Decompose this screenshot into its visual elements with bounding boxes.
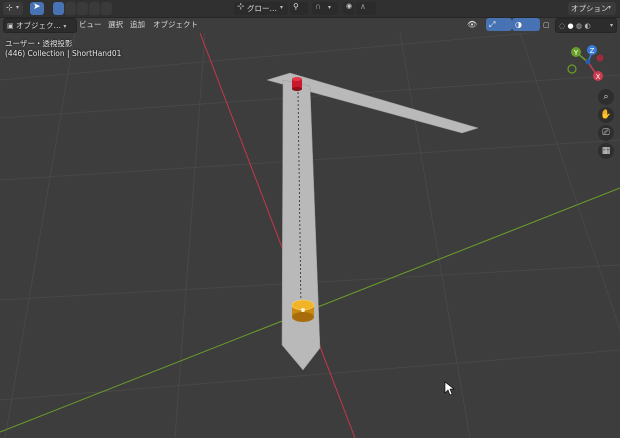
options-dropdown[interactable]: オプション ▾ bbox=[568, 2, 616, 15]
overlays-toggle[interactable]: ◑ bbox=[512, 18, 540, 31]
3d-viewport[interactable] bbox=[0, 33, 620, 438]
magnet-icon: ∩ bbox=[315, 2, 321, 11]
cursor-arrow-icon: ➤ bbox=[33, 2, 41, 12]
short-hand-mesh[interactable] bbox=[281, 79, 321, 371]
select-mode-intersect-button[interactable] bbox=[101, 2, 112, 15]
viewport-toolbar: ▣ オブジェク… ▾ ビュー 選択 追加 オブジェクト 👁 ⤢ ◑ ▢ ◌ ● … bbox=[0, 17, 620, 33]
axis-icon: ⊹ bbox=[6, 3, 13, 12]
pivot-point-dropdown[interactable]: ⚲ bbox=[290, 2, 308, 15]
select-tool-button[interactable]: ➤ bbox=[30, 2, 44, 15]
pivot-icon: ⚲ bbox=[293, 2, 299, 11]
blender-window: ⊹ ▾ ➤ ⊹ グロー… ▾ ⚲ ∩ ▾ ◉ ∧ オプション ▾ ▣ オブジェク… bbox=[0, 0, 620, 438]
falloff-curve-icon: ∧ bbox=[360, 2, 366, 11]
chevron-down-icon: ▾ bbox=[280, 4, 284, 11]
select-mode-subtract-button[interactable] bbox=[77, 2, 88, 15]
transform-orientation-dropdown[interactable]: ⊹ グロー… ▾ bbox=[234, 2, 288, 15]
interaction-mode-label: オブジェク… bbox=[16, 21, 62, 30]
options-label: オプション bbox=[571, 4, 609, 13]
view-perspective-label: ユーザー・透視投影 bbox=[5, 39, 73, 48]
gizmo-neg-x-axis[interactable] bbox=[596, 54, 604, 62]
gizmo-toggle[interactable]: ⤢ bbox=[486, 18, 512, 31]
transform-orientation-label: グロー… bbox=[247, 4, 277, 13]
falloff-dropdown[interactable]: ∧ bbox=[356, 2, 376, 15]
chevron-down-icon: ▾ bbox=[328, 4, 332, 11]
camera-view-button[interactable]: ⎚ bbox=[598, 125, 614, 141]
xray-icon: ▢ bbox=[543, 21, 550, 29]
rendered-shading-icon[interactable]: ◐ bbox=[585, 22, 591, 30]
solid-shading-icon[interactable]: ● bbox=[568, 22, 574, 30]
proportional-edit-toggle[interactable]: ◉ bbox=[343, 2, 354, 15]
view-menu[interactable]: ビュー bbox=[76, 18, 105, 31]
chevron-down-icon: ▾ bbox=[16, 4, 20, 11]
chevron-down-icon: ▾ bbox=[63, 23, 67, 30]
mouse-cursor bbox=[444, 381, 455, 396]
navigation-gizmo[interactable]: Z X Y bbox=[558, 40, 618, 88]
snap-toggle[interactable]: ∩ ▾ bbox=[312, 2, 338, 15]
perspective-toggle-button[interactable]: ▦ bbox=[598, 143, 614, 159]
visibility-dropdown[interactable]: 👁 bbox=[464, 18, 488, 31]
wireframe-shading-icon[interactable]: ◌ bbox=[559, 22, 565, 30]
proportional-edit-icon: ◉ bbox=[346, 2, 353, 10]
gizmo-neg-y-axis[interactable] bbox=[567, 64, 577, 74]
add-menu[interactable]: 追加 bbox=[127, 18, 148, 31]
collection-info-label: (446) Collection | ShortHand01 bbox=[5, 49, 122, 58]
shading-dropdown[interactable]: ▾ bbox=[610, 18, 616, 31]
object-menu[interactable]: オブジェクト bbox=[150, 18, 201, 31]
gizmo-y-label: Y bbox=[573, 49, 579, 57]
pan-button[interactable]: ✋ bbox=[598, 107, 614, 123]
gizmo-neg-z-axis[interactable] bbox=[585, 59, 591, 65]
zoom-button[interactable]: ⌕ bbox=[598, 89, 614, 105]
material-shading-icon[interactable]: ◍ bbox=[576, 22, 582, 30]
chevron-down-icon: ▾ bbox=[610, 22, 614, 29]
gizmo-x-label: X bbox=[596, 73, 601, 81]
gizmo-z-label: Z bbox=[590, 47, 595, 55]
grid-icon: ▦ bbox=[601, 146, 611, 156]
select-mode-extend-button[interactable] bbox=[65, 2, 76, 15]
overlays-icon: ◑ bbox=[515, 20, 522, 29]
interaction-mode-dropdown[interactable]: ▣ オブジェク… ▾ bbox=[3, 18, 77, 33]
select-menu[interactable]: 選択 bbox=[105, 18, 126, 31]
chevron-down-icon: ▾ bbox=[608, 4, 612, 11]
object-mode-icon: ▣ bbox=[7, 22, 14, 30]
orientation-icon: ⊹ bbox=[237, 2, 245, 12]
eye-icon: 👁 bbox=[467, 20, 478, 29]
select-mode-invert-button[interactable] bbox=[89, 2, 100, 15]
select-mode-new-button[interactable] bbox=[53, 2, 64, 15]
selected-origin-object[interactable] bbox=[291, 299, 315, 322]
red-pivot-object[interactable] bbox=[292, 77, 302, 91]
magnifier-icon: ⌕ bbox=[603, 92, 609, 102]
camera-icon: ⎚ bbox=[602, 128, 610, 138]
editor-type-button[interactable]: ⊹ ▾ bbox=[3, 2, 23, 15]
hand-icon: ✋ bbox=[600, 110, 612, 120]
shading-modes[interactable]: ◌ ● ◍ ◐ bbox=[555, 18, 617, 33]
viewport-header: ⊹ ▾ ➤ ⊹ グロー… ▾ ⚲ ∩ ▾ ◉ ∧ オプション ▾ bbox=[0, 0, 620, 18]
gizmo-icon: ⤢ bbox=[489, 20, 496, 29]
